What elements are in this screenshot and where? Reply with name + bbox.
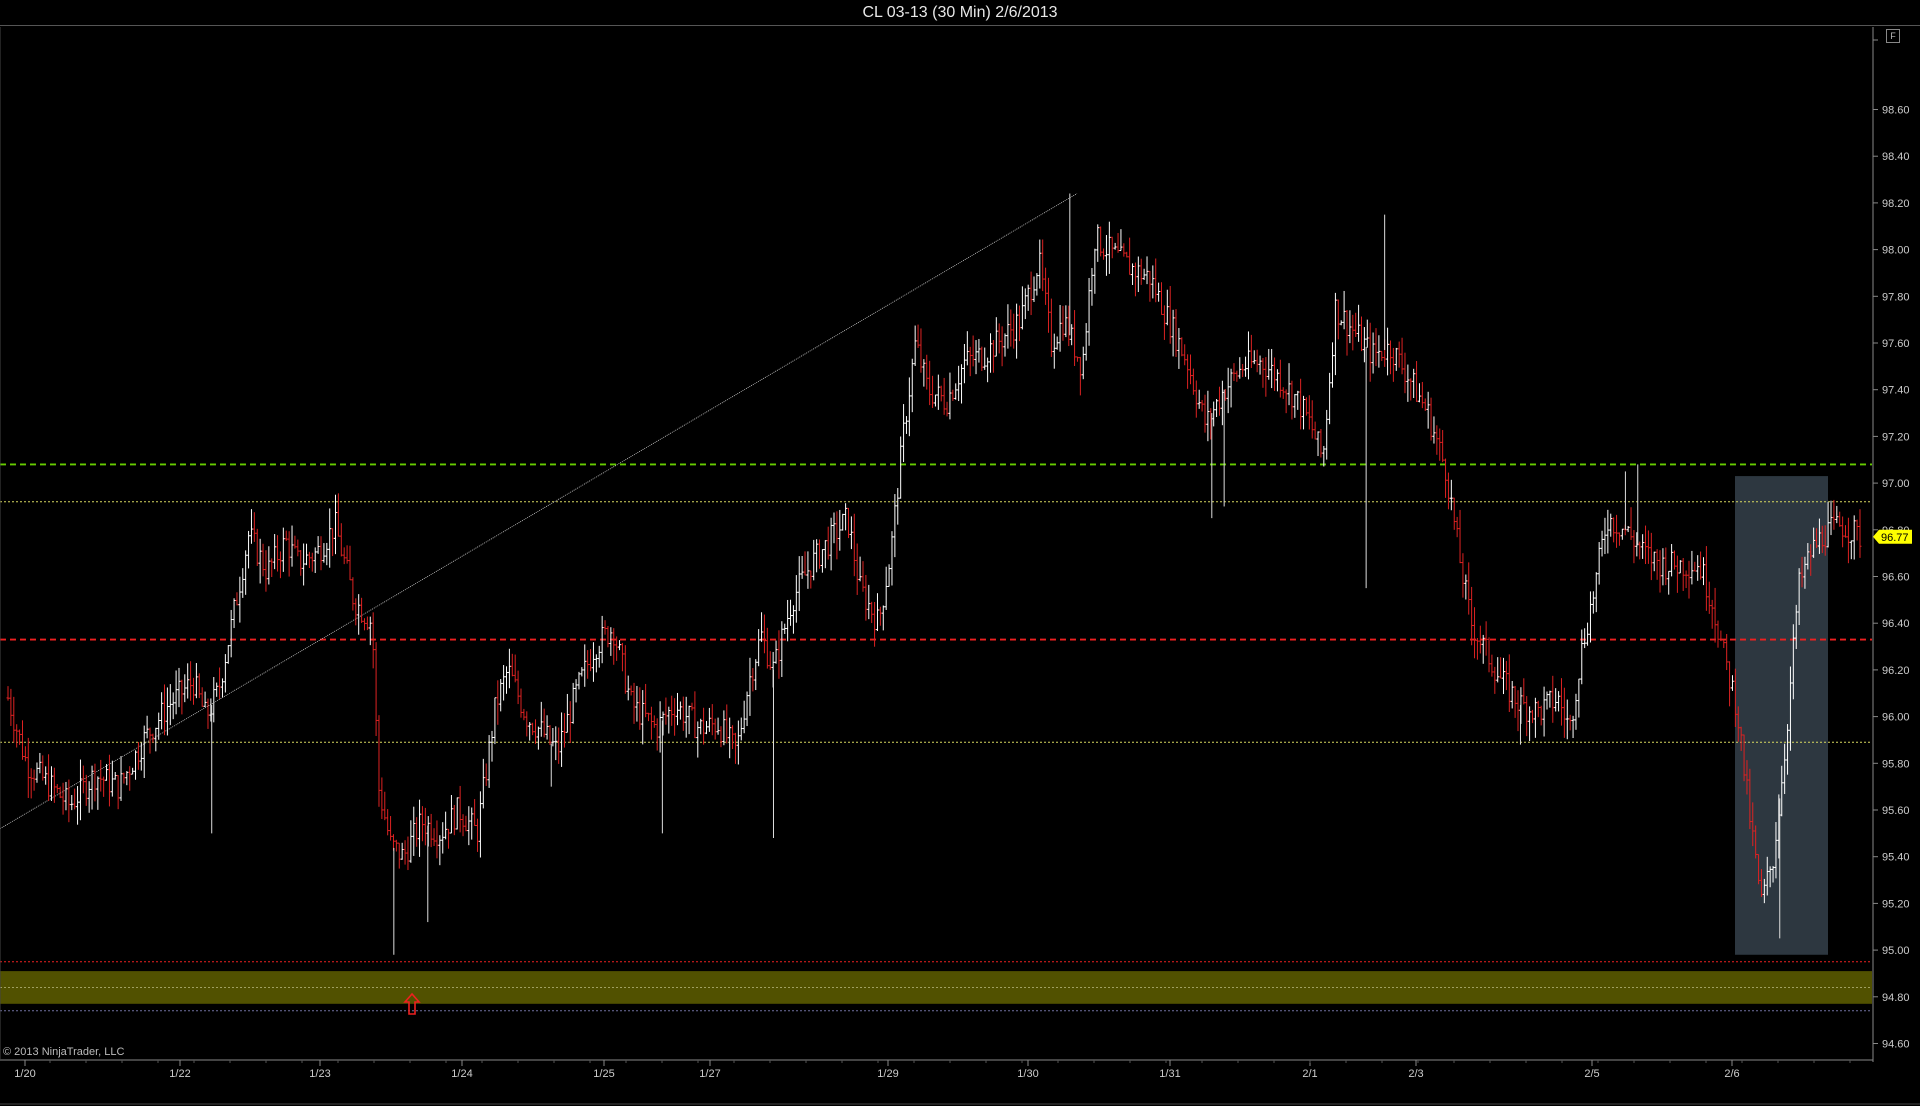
time-tick-label: 1/22 (169, 1068, 190, 1080)
horizontal-lines-layer (0, 463, 1872, 963)
price-tick-label: 95.40 (1882, 852, 1910, 864)
price-axis-labels: 94.60 94.80 95.00 95.20 95.40 95.60 95.80 96.00… (1873, 39, 1912, 1051)
price-tick-label: 96.60 (1882, 572, 1910, 584)
time-tick-label: 2/5 (1584, 1068, 1599, 1080)
price-tick-label: 97.00 (1882, 478, 1910, 490)
price-tick-label: 95.60 (1882, 805, 1910, 817)
price-tick-label: 98.40 (1882, 151, 1910, 163)
time-tick-label: 1/30 (1017, 1068, 1038, 1080)
axes-layer (0, 27, 1920, 1105)
time-tick-label: 1/31 (1159, 1068, 1180, 1080)
time-tick-label: 2/3 (1408, 1068, 1423, 1080)
time-tick-label: 1/20 (14, 1068, 35, 1080)
price-tick-label: 94.60 (1882, 1039, 1910, 1051)
time-tick-label: 2/6 (1724, 1068, 1739, 1080)
price-tick-label: 97.20 (1882, 431, 1910, 443)
price-tick-label: 98.00 (1882, 245, 1910, 257)
price-chart[interactable]: 94.60 94.80 95.00 95.20 95.40 95.60 95.80 96.00… (0, 0, 1920, 1106)
time-tick-label: 1/23 (309, 1068, 330, 1080)
price-tick-label: 97.80 (1882, 291, 1910, 303)
time-tick-label: 1/29 (877, 1068, 898, 1080)
copyright-notice: © 2013 NinjaTrader, LLC (3, 1046, 125, 1058)
time-tick-label: 1/27 (699, 1068, 720, 1080)
price-tick-label: 96.20 (1882, 665, 1910, 677)
price-tick-label: 96.00 (1882, 712, 1910, 724)
price-bars-layer (6, 193, 1862, 955)
price-tick-label: 97.40 (1882, 385, 1910, 397)
price-tick-label: 98.20 (1882, 198, 1910, 210)
price-tick-label: 94.80 (1882, 992, 1910, 1004)
price-tick-label: 95.00 (1882, 945, 1910, 957)
price-tick-label: 95.20 (1882, 898, 1910, 910)
price-tick-label: 98.60 (1882, 105, 1910, 117)
price-tick-label: 95.80 (1882, 758, 1910, 770)
price-tick-label: 96.40 (1882, 618, 1910, 630)
last-price-label: 96.77 (1881, 532, 1909, 544)
time-tick-label: 1/24 (451, 1068, 472, 1080)
time-tick-label: 2/1 (1302, 1068, 1317, 1080)
price-tick-label: 97.60 (1882, 338, 1910, 350)
time-axis-labels: 1/20 1/22 1/23 1/24 1/25 1/27 1/29 1/30 1/31 2/1 2… (14, 1060, 1851, 1080)
time-tick-label: 1/25 (593, 1068, 614, 1080)
support-zone-layer (0, 971, 1872, 1012)
